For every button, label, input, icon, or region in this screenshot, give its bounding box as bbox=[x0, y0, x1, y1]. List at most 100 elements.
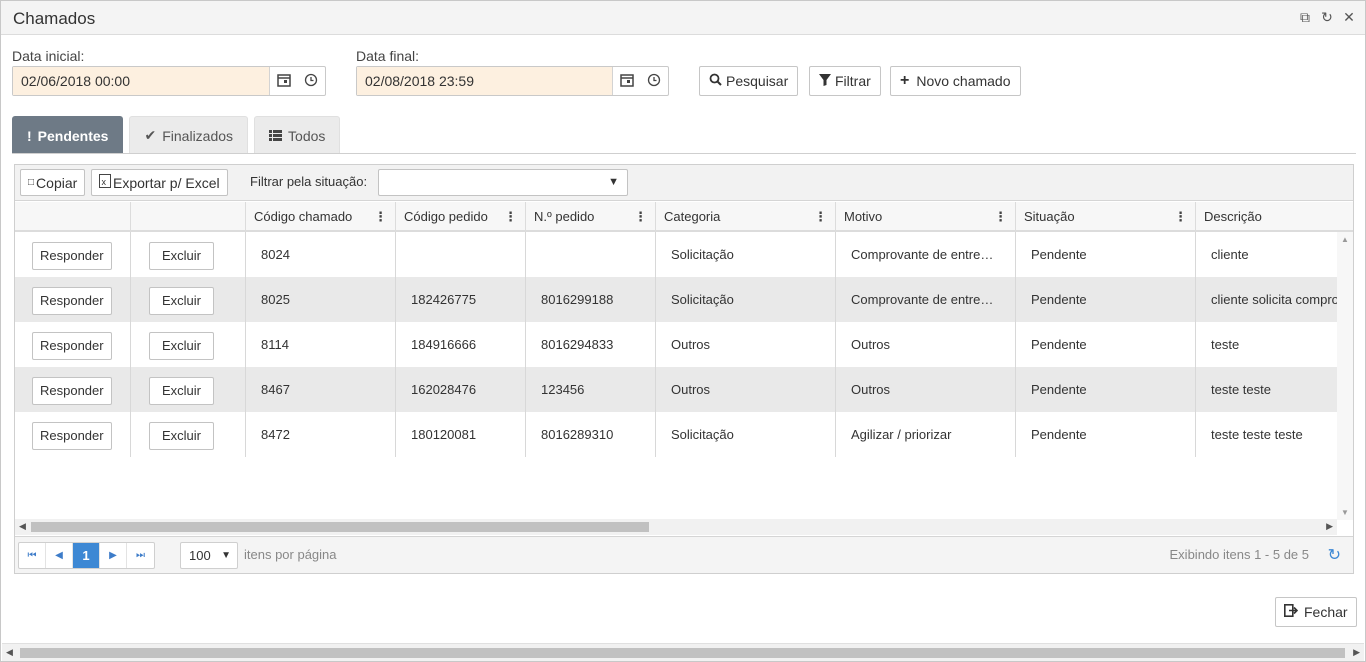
status-tabs: ! Pendentes ✔ Finalizados Todos bbox=[12, 116, 341, 154]
cell-numero-pedido: 8016299188 bbox=[526, 277, 656, 322]
cell-situacao: Pendente bbox=[1016, 322, 1196, 367]
table-row[interactable]: Responder Excluir 8472 180120081 8016289310 S… bbox=[15, 412, 1337, 457]
table-row[interactable]: Responder Excluir 8025 182426775 8016299188 S… bbox=[15, 277, 1337, 322]
cell-descricao: teste teste teste bbox=[1211, 427, 1303, 442]
page-size-label: itens por página bbox=[244, 547, 337, 562]
reply-button[interactable]: Responder bbox=[32, 421, 112, 450]
delete-button[interactable]: Excluir bbox=[149, 376, 215, 405]
cell-codigo-chamado: 8025 bbox=[246, 277, 396, 322]
column-title: Categoria bbox=[664, 209, 721, 224]
delete-button[interactable]: Excluir bbox=[149, 286, 215, 315]
cell-codigo-pedido bbox=[396, 232, 526, 277]
new-ticket-button[interactable]: + Novo chamado bbox=[890, 66, 1021, 96]
page-horizontal-scrollbar[interactable]: ◀ ▶ bbox=[2, 643, 1364, 661]
filter-button[interactable]: Filtrar bbox=[809, 66, 881, 96]
scroll-right-icon[interactable]: ▶ bbox=[1326, 521, 1333, 532]
header-numero-pedido[interactable]: N.º pedido ⋮ bbox=[526, 202, 656, 232]
clock-icon[interactable] bbox=[304, 73, 318, 90]
reply-button[interactable]: Responder bbox=[32, 241, 112, 270]
cell-codigo-chamado: 8024 bbox=[246, 232, 396, 277]
header-actions-2 bbox=[131, 202, 246, 232]
cell-categoria: Solicitação bbox=[656, 277, 836, 322]
cell-descricao: teste teste bbox=[1211, 382, 1271, 397]
header-actions-1 bbox=[15, 202, 131, 232]
vertical-scrollbar[interactable]: ▲ ▼ bbox=[1337, 232, 1353, 520]
end-date-value[interactable]: 02/08/2018 23:59 bbox=[357, 67, 612, 95]
cell-motivo: Comprovante de entre… bbox=[836, 232, 1016, 277]
search-button[interactable]: Pesquisar bbox=[699, 66, 799, 96]
start-date-value[interactable]: 02/06/2018 00:00 bbox=[13, 67, 269, 95]
plus-icon: + bbox=[900, 72, 910, 89]
refresh-icon[interactable]: ↻ bbox=[1328, 545, 1341, 565]
reply-button[interactable]: Responder bbox=[32, 331, 112, 360]
header-categoria[interactable]: Categoria ⋮ bbox=[656, 202, 836, 232]
reply-cell: Responder bbox=[15, 277, 131, 322]
delete-button[interactable]: Excluir bbox=[149, 331, 215, 360]
prev-page-icon[interactable]: ◀ bbox=[46, 543, 73, 568]
reply-button[interactable]: Responder bbox=[32, 376, 112, 405]
delete-button[interactable]: Excluir bbox=[149, 421, 215, 450]
status-filter-select[interactable]: ▼ bbox=[378, 169, 628, 196]
cell-descricao: cliente solicita compro bbox=[1211, 292, 1337, 307]
tab-todos[interactable]: Todos bbox=[254, 116, 341, 154]
delete-button[interactable]: Excluir bbox=[149, 241, 215, 270]
last-page-icon[interactable]: ⏭ bbox=[127, 543, 154, 568]
cell-codigo-pedido: 182426775 bbox=[396, 277, 526, 322]
reply-cell: Responder bbox=[15, 322, 131, 367]
grid-body: Responder Excluir 8024 Solicitação Comprovan… bbox=[15, 232, 1337, 522]
calendar-icon[interactable] bbox=[620, 73, 634, 90]
table-row[interactable]: Responder Excluir 8114 184916666 8016294833 O… bbox=[15, 322, 1337, 367]
column-menu-icon[interactable]: ⋮ bbox=[634, 202, 647, 232]
cell-codigo-chamado: 8114 bbox=[246, 322, 396, 367]
close-button-label: Fechar bbox=[1304, 604, 1348, 620]
column-menu-icon[interactable]: ⋮ bbox=[814, 202, 827, 232]
calendar-icon[interactable] bbox=[277, 73, 291, 90]
scroll-right-icon[interactable]: ▶ bbox=[1353, 647, 1360, 658]
column-menu-icon[interactable]: ⋮ bbox=[504, 202, 517, 232]
tab-label: Finalizados bbox=[162, 127, 234, 144]
restore-icon[interactable]: ⧉ bbox=[1297, 9, 1313, 25]
close-icon[interactable]: ✕ bbox=[1341, 9, 1357, 25]
horizontal-scrollbar[interactable]: ◀ ▶ bbox=[15, 519, 1337, 535]
current-page[interactable]: 1 bbox=[73, 543, 100, 568]
header-codigo-chamado[interactable]: Código chamado ⋮ bbox=[246, 202, 396, 232]
cell-codigo-pedido: 180120081 bbox=[396, 412, 526, 457]
scroll-up-icon[interactable]: ▲ bbox=[1341, 235, 1349, 244]
header-motivo[interactable]: Motivo ⋮ bbox=[836, 202, 1016, 232]
cell-codigo-chamado: 8472 bbox=[246, 412, 396, 457]
cell-codigo-pedido: 184916666 bbox=[396, 322, 526, 367]
scrollbar-thumb[interactable] bbox=[31, 522, 649, 532]
tab-pendentes[interactable]: ! Pendentes bbox=[12, 116, 124, 154]
column-menu-icon[interactable]: ⋮ bbox=[994, 202, 1007, 232]
table-row[interactable]: Responder Excluir 8467 162028476 123456 Outro… bbox=[15, 367, 1337, 412]
column-title: N.º pedido bbox=[534, 209, 595, 224]
grid-toolbar: □ Copiar x Exportar p/ Excel Filtrar pel… bbox=[15, 165, 1353, 201]
scroll-down-icon[interactable]: ▼ bbox=[1341, 508, 1349, 517]
scroll-left-icon[interactable]: ◀ bbox=[19, 521, 26, 532]
reply-button[interactable]: Responder bbox=[32, 286, 112, 315]
export-excel-button[interactable]: x Exportar p/ Excel bbox=[91, 169, 228, 196]
reply-cell: Responder bbox=[15, 367, 131, 412]
refresh-icon[interactable]: ↻ bbox=[1319, 9, 1335, 25]
column-menu-icon[interactable]: ⋮ bbox=[1174, 202, 1187, 232]
first-page-icon[interactable]: ⏮ bbox=[19, 543, 46, 568]
next-page-icon[interactable]: ▶ bbox=[100, 543, 127, 568]
tab-finalizados[interactable]: ✔ Finalizados bbox=[129, 116, 249, 154]
scrollbar-thumb[interactable] bbox=[20, 648, 1345, 658]
copy-button[interactable]: □ Copiar bbox=[20, 169, 86, 196]
header-codigo-pedido[interactable]: Código pedido ⋮ bbox=[396, 202, 526, 232]
clock-icon[interactable] bbox=[647, 73, 661, 90]
close-button[interactable]: Fechar bbox=[1275, 597, 1357, 627]
column-title: Descrição bbox=[1204, 209, 1262, 224]
header-situacao[interactable]: Situação ⋮ bbox=[1016, 202, 1196, 232]
header-descricao[interactable]: Descrição bbox=[1196, 202, 1337, 232]
column-menu-icon[interactable]: ⋮ bbox=[374, 202, 387, 232]
table-row[interactable]: Responder Excluir 8024 Solicitação Comprovan… bbox=[15, 232, 1337, 277]
start-date-field[interactable]: 02/06/2018 00:00 bbox=[12, 66, 326, 96]
page-size-select[interactable]: 100 ▼ bbox=[180, 542, 238, 569]
pager: ⏮ ◀ 1 ▶ ⏭ 100 ▼ itens por página Exibind… bbox=[15, 536, 1353, 573]
list-icon bbox=[269, 128, 283, 144]
cell-situacao: Pendente bbox=[1016, 412, 1196, 457]
scroll-left-icon[interactable]: ◀ bbox=[6, 647, 13, 658]
end-date-field[interactable]: 02/08/2018 23:59 bbox=[356, 66, 669, 96]
